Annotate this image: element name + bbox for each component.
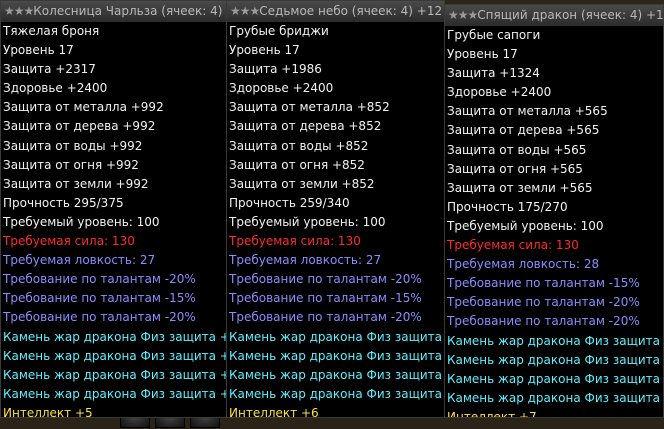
stat-line: Тяжелая броня	[3, 24, 100, 38]
stat-line: Требуемая ловкость: 27	[229, 253, 382, 268]
stat-line: Требование по талантам -15%	[3, 291, 196, 306]
stat-line: Защита от земли +565	[447, 180, 593, 195]
stat-line: Требование по талантам -20%	[447, 295, 640, 310]
stat-line: Защита от металла +852	[229, 100, 390, 115]
stat-line: Интеллект +7	[447, 409, 537, 418]
stat-line: Камень жар дракона Физ защита +170	[447, 333, 663, 348]
stat-line: Защита +1324	[447, 66, 540, 81]
stat-line: Здоровье +2400	[229, 81, 334, 96]
item-tooltip-legs: ★★★Седьмое небо (ячеек: 4) +12 Грубые бр…	[226, 0, 445, 418]
tooltip-lines: Грубые сапоги Уровень 17 Защита +1324 Здоро…	[445, 26, 663, 418]
stat-line: Уровень 17	[3, 43, 74, 58]
stat-line: Требуемый уровень: 100	[447, 218, 604, 233]
stat-line: Требуемая ловкость: 27	[3, 253, 156, 268]
stat-line: Защита от дерева +565	[447, 123, 600, 138]
stat-line: Защита от воды +565	[447, 142, 587, 157]
stat-line: Защита от металла +565	[447, 104, 608, 119]
stat-line: Уровень 17	[229, 43, 300, 58]
stat-line: Здоровье +2400	[3, 81, 108, 96]
stat-line: Требование по талантам -15%	[447, 276, 640, 291]
stat-line: Защита +2317	[3, 62, 96, 77]
stat-line: Требуемая сила: 130	[3, 234, 135, 249]
stat-line: Защита от земли +992	[3, 176, 149, 191]
stat-line: Защита +1986	[229, 62, 322, 77]
stat-line: Требуемый уровень: 100	[229, 214, 386, 229]
tooltip-title: ★★★Седьмое небо (ячеек: 4) +12	[227, 1, 444, 22]
stat-line: Прочность 259/340	[229, 195, 350, 210]
stat-line: Защита от огня +992	[3, 157, 139, 172]
star-rating-icon: ★★★	[448, 8, 478, 22]
stat-line: Требование по талантам -20%	[3, 272, 196, 287]
stat-line: Камень жар дракона Физ защита +220	[3, 386, 228, 401]
tooltip-title: ★★★Спящий дракон (ячеек: 4) +12	[445, 5, 663, 26]
stat-line: Требуемая сила: 130	[447, 238, 579, 253]
stat-line: Камень жар дракона Физ защита +220	[229, 386, 444, 401]
stat-line: Требуемая сила: 130	[229, 234, 361, 249]
item-tooltip-chest: ★★★Колесница Чарльза (ячеек: 4) +12 Тяже…	[0, 0, 228, 418]
stat-line: Защита от металла +992	[3, 100, 164, 115]
stat-line: Камень жар дракона Физ защита +220	[3, 348, 228, 363]
star-rating-icon: ★★★	[4, 4, 34, 18]
tooltip-lines: Тяжелая броня Уровень 17 Защита +2317 Здоро…	[1, 22, 228, 418]
stat-line: Интеллект +5	[3, 405, 93, 418]
stat-line: Требование по талантам -20%	[3, 310, 196, 325]
item-name: Колесница Чарльза (ячеек: 4) +12	[33, 4, 227, 18]
stat-line: Камень жар дракона Физ защита +170	[447, 371, 663, 386]
item-name: Спящий дракон (ячеек: 4) +12	[477, 8, 663, 22]
stat-line: Камень жар дракона Физ защита +170	[447, 390, 663, 405]
tooltip-title: ★★★Колесница Чарльза (ячеек: 4) +12	[1, 1, 227, 22]
stat-line: Камень жар дракона Физ защита +220	[3, 367, 228, 382]
stat-line: Защита от дерева +992	[3, 119, 156, 134]
stat-line: Требование по талантам -20%	[229, 310, 422, 325]
stat-line: Камень жар дракона Физ защита +220	[229, 329, 444, 344]
stat-line: Требование по талантам -20%	[447, 314, 640, 329]
stat-line: Защита от воды +852	[229, 138, 369, 153]
stat-line: Прочность 175/270	[447, 199, 568, 214]
stat-line: Требуемая ловкость: 28	[447, 257, 600, 272]
stat-line: Камень жар дракона Физ защита +220	[229, 367, 444, 382]
stat-line: Камень жар дракона Физ защита +220	[229, 348, 444, 363]
stat-line: Защита от земли +852	[229, 176, 375, 191]
star-rating-icon: ★★★	[230, 4, 260, 18]
item-name: Седьмое небо (ячеек: 4) +12	[259, 4, 443, 18]
tooltip-lines: Грубые бриджи Уровень 17 Защита +1986 Здоро…	[227, 22, 444, 418]
stat-line: Требуемый уровень: 100	[3, 214, 160, 229]
stat-line: Здоровье +2400	[447, 85, 552, 100]
stat-line: Требование по талантам -20%	[229, 272, 422, 287]
stat-line: Защита от огня +852	[229, 157, 365, 172]
stat-line: Грубые сапоги	[447, 28, 541, 42]
stat-line: Требование по талантам -15%	[229, 291, 422, 306]
stat-line: Прочность 295/375	[3, 195, 124, 210]
stat-line: Защита от огня +565	[447, 161, 583, 176]
item-tooltip-boots: ★★★Спящий дракон (ячеек: 4) +12 Грубые с…	[444, 4, 664, 418]
stat-line: Камень жар дракона Физ защита +170	[447, 352, 663, 367]
stat-line: Защита от дерева +852	[229, 119, 382, 134]
stat-line: Защита от воды +992	[3, 138, 143, 153]
stat-line: Грубые бриджи	[229, 24, 329, 38]
stat-line: Интеллект +6	[229, 405, 319, 418]
stat-line: Уровень 17	[447, 47, 518, 62]
stat-line: Камень жар дракона Физ защита +220	[3, 329, 228, 344]
